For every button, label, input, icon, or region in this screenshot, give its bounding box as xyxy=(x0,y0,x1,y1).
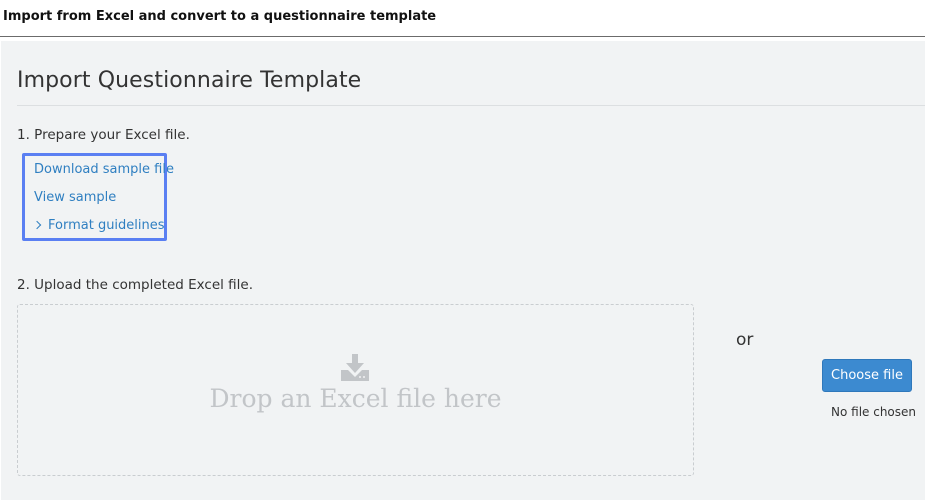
download-sample-file-link[interactable]: Download sample file xyxy=(34,162,174,177)
chevron-right-icon xyxy=(32,220,42,230)
choose-file-button[interactable]: Choose file xyxy=(822,359,912,392)
format-guidelines-link[interactable]: Format guidelines xyxy=(32,218,165,233)
step-1-label: 1. Prepare your Excel file. xyxy=(17,127,190,143)
page-title: Import Questionnaire Template xyxy=(17,68,362,93)
file-status-text: No file chosen xyxy=(831,405,917,419)
format-guidelines-label: Format guidelines xyxy=(48,218,165,233)
download-tray-icon xyxy=(341,354,369,381)
window-title-bar: Import from Excel and convert to a quest… xyxy=(0,0,925,37)
or-separator: or xyxy=(736,330,754,350)
sample-links-highlight: Download sample file View sample Format … xyxy=(22,153,174,241)
dropzone-text: Drop an Excel file here xyxy=(209,384,502,413)
view-sample-link[interactable]: View sample xyxy=(34,190,116,205)
window-title: Import from Excel and convert to a quest… xyxy=(3,9,437,24)
step-2-label: 2. Upload the completed Excel file. xyxy=(17,277,254,293)
import-panel: Import Questionnaire Template 1. Prepare… xyxy=(1,41,925,500)
file-dropzone[interactable]: Drop an Excel file here xyxy=(17,304,694,476)
title-divider xyxy=(17,105,925,106)
